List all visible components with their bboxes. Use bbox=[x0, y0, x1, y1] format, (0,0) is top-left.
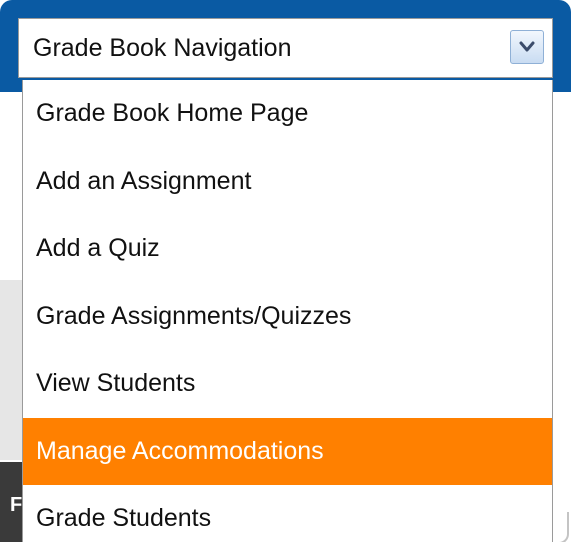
option-manage-accommodations[interactable]: Manage Accommodations bbox=[23, 417, 552, 485]
background-content-left: F bbox=[0, 92, 23, 542]
dropdown-arrow-button[interactable] bbox=[510, 30, 544, 64]
navigation-dropdown-list: Grade Book Home Page Add an Assignment A… bbox=[22, 80, 553, 542]
option-grade-book-home-page[interactable]: Grade Book Home Page bbox=[23, 80, 552, 148]
option-grade-students[interactable]: Grade Students bbox=[23, 485, 552, 542]
background-grey-block bbox=[0, 280, 22, 460]
select-current-value: Grade Book Navigation bbox=[33, 34, 292, 62]
grade-book-navigation-select[interactable]: Grade Book Navigation bbox=[18, 18, 553, 78]
chevron-down-icon bbox=[519, 41, 535, 52]
option-add-a-quiz[interactable]: Add a Quiz bbox=[23, 215, 552, 283]
option-view-students[interactable]: View Students bbox=[23, 350, 552, 418]
background-partial-text: F bbox=[10, 494, 23, 516]
background-content-right bbox=[553, 92, 571, 542]
option-add-an-assignment[interactable]: Add an Assignment bbox=[23, 148, 552, 216]
option-grade-assignments-quizzes[interactable]: Grade Assignments/Quizzes bbox=[23, 283, 552, 351]
background-panel-corner bbox=[553, 512, 569, 542]
page: F Grade Book Navigation Grade Book Home … bbox=[0, 0, 571, 542]
